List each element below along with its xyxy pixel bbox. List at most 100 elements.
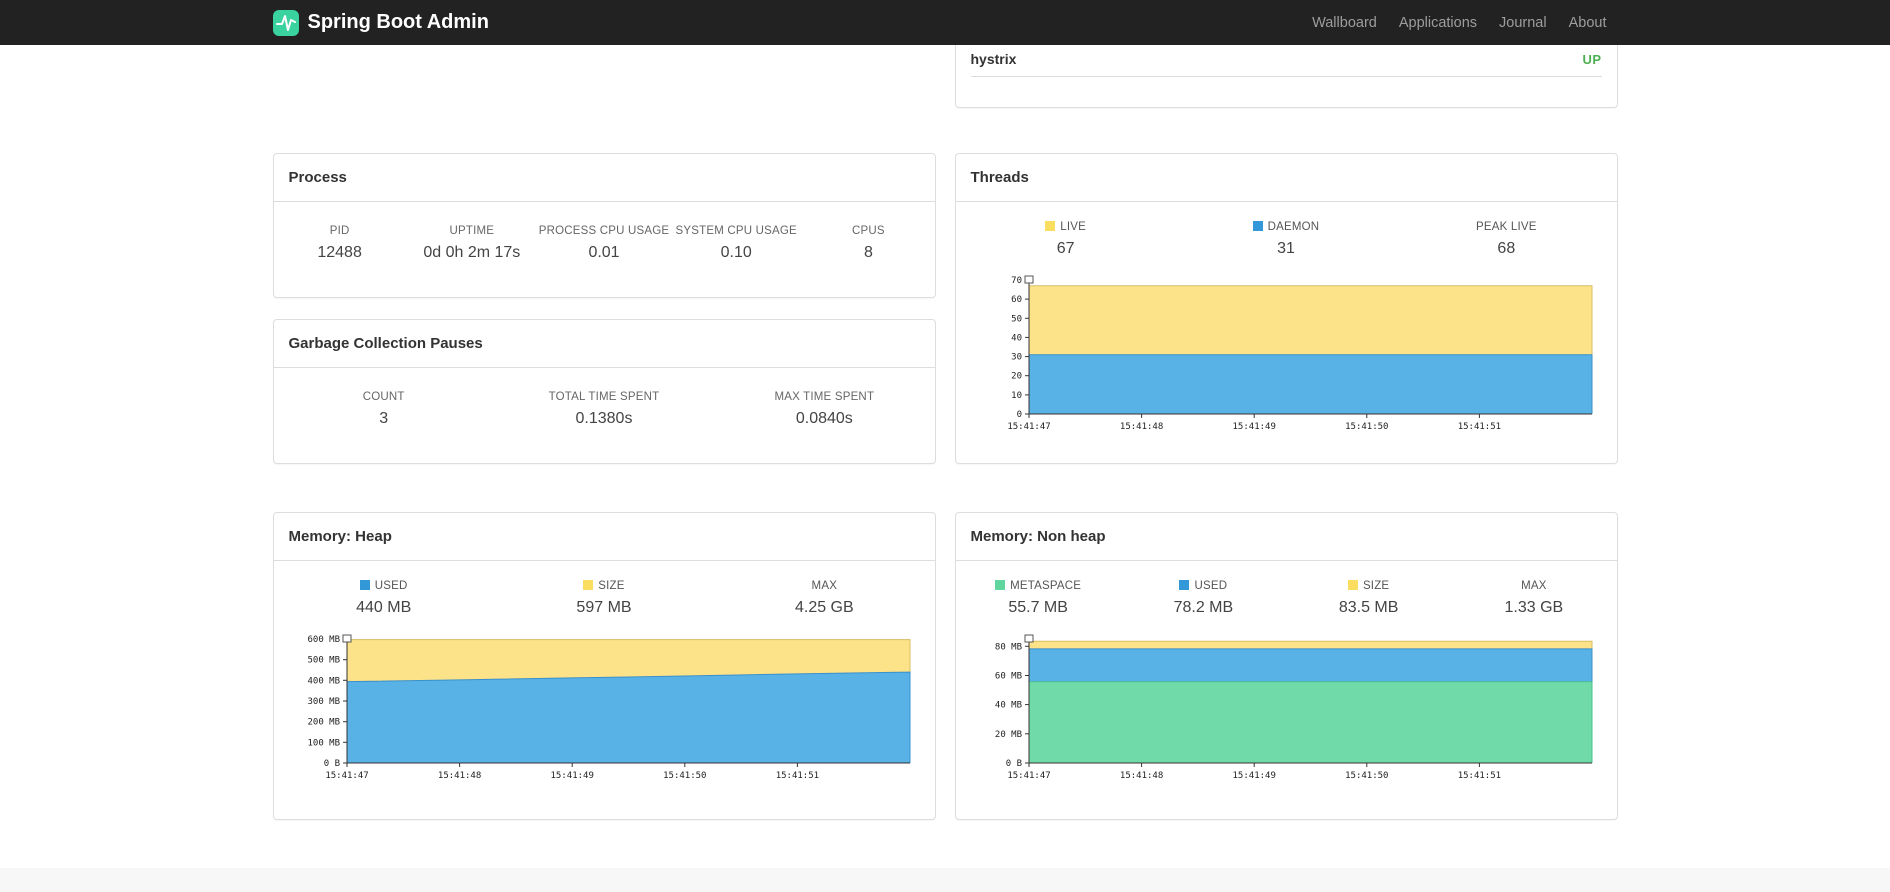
metric-cpus: CPUS 8	[802, 225, 934, 262]
brand-link[interactable]: Spring Boot Admin	[272, 9, 489, 36]
memory-nonheap-panel: Memory: Non heap METASPACE 55.7 MB USED …	[954, 512, 1618, 820]
svg-text:60 MB: 60 MB	[994, 672, 1021, 682]
legend-value: 440 MB	[356, 599, 412, 616]
metric-pid: PID 12488	[274, 225, 406, 262]
gc-panel: Garbage Collection Pauses COUNT 3 TOTAL …	[272, 319, 936, 464]
svg-text:500 MB: 500 MB	[307, 656, 340, 666]
used-series-swatch	[1179, 580, 1190, 590]
metric-value: 0.01	[588, 244, 620, 261]
svg-text:300 MB: 300 MB	[307, 697, 340, 707]
metric-label: COUNT	[362, 391, 405, 403]
application-row[interactable]: hystrix UP	[970, 45, 1602, 77]
legend-max: MAX 4.25 GB	[714, 580, 934, 617]
svg-text:50: 50	[1011, 314, 1022, 324]
legend-metaspace: METASPACE 55.7 MB	[956, 580, 1121, 617]
process-panel: Process PID 12488 UPTIME 0d 0h 2m 17s PR…	[272, 153, 936, 298]
svg-text:20: 20	[1011, 372, 1022, 382]
brand-title: Spring Boot Admin	[307, 11, 489, 33]
legend-size: SIZE 597 MB	[494, 580, 714, 617]
svg-text:15:41:48: 15:41:48	[1119, 422, 1162, 432]
metric-system-cpu: SYSTEM CPU USAGE 0.10	[670, 225, 802, 262]
legend-daemon: DAEMON 31	[1176, 221, 1396, 258]
svg-text:200 MB: 200 MB	[307, 718, 340, 728]
legend-value: 83.5 MB	[1338, 599, 1399, 616]
memory-heap-legend: USED 440 MB SIZE 597 MB MAX 4.25 GB	[274, 561, 935, 617]
metric-value: 0.10	[720, 244, 752, 261]
daemon-series-swatch	[1252, 221, 1263, 231]
right-column: hystrix UP Threads LIVE 67 DAEMON 31 PEA…	[954, 45, 1618, 820]
application-name[interactable]: hystrix	[971, 51, 1017, 67]
legend-value: 67	[1056, 240, 1075, 257]
navbar: Spring Boot Admin Wallboard Applications…	[0, 0, 1890, 45]
memory-nonheap-panel-title: Memory: Non heap	[955, 513, 1617, 561]
metric-label: TOTAL TIME SPENT	[548, 391, 660, 403]
svg-text:15:41:50: 15:41:50	[1345, 422, 1388, 432]
nav-item-wallboard[interactable]: Wallboard	[1301, 15, 1388, 31]
svg-text:40: 40	[1011, 333, 1022, 343]
svg-text:15:41:51: 15:41:51	[1457, 422, 1500, 432]
svg-text:15:41:47: 15:41:47	[1007, 771, 1050, 781]
metric-gc-count: COUNT 3	[274, 391, 494, 428]
legend-value: 31	[1277, 240, 1295, 257]
metric-label: SYSTEM CPU USAGE	[675, 225, 797, 237]
process-metrics: PID 12488 UPTIME 0d 0h 2m 17s PROCESS CP…	[274, 202, 935, 262]
nav-item-about[interactable]: About	[1558, 15, 1618, 31]
legend-live: LIVE 67	[956, 221, 1176, 258]
used-series-swatch	[359, 580, 370, 590]
memory-heap-panel-title: Memory: Heap	[273, 513, 935, 561]
gc-panel-title: Garbage Collection Pauses	[273, 320, 935, 368]
gc-metrics: COUNT 3 TOTAL TIME SPENT 0.1380s MAX TIM…	[274, 368, 935, 428]
memory-nonheap-legend: METASPACE 55.7 MB USED 78.2 MB SIZE 83.5…	[956, 561, 1617, 617]
threads-panel: Threads LIVE 67 DAEMON 31 PEAK LIVE 68 0…	[954, 153, 1618, 464]
metric-value: 0d 0h 2m 17s	[423, 244, 521, 261]
nav-item-applications[interactable]: Applications	[1388, 15, 1488, 31]
metric-label: MAX TIME SPENT	[774, 391, 875, 403]
metric-value: 3	[379, 410, 389, 427]
metric-value: 12488	[317, 244, 362, 261]
svg-text:15:41:48: 15:41:48	[437, 771, 480, 781]
metric-value: 0.0840s	[795, 410, 853, 427]
metric-label: CPUS	[852, 225, 885, 237]
svg-text:60: 60	[1011, 295, 1022, 305]
status-badge: UP	[1582, 51, 1602, 67]
legend-value: 597 MB	[576, 599, 632, 616]
legend-used: USED 440 MB	[274, 580, 494, 617]
spring-boot-admin-logo-icon	[272, 9, 299, 36]
memory-nonheap-chart: 0 B 20 MB 40 MB 60 MB 80 MB 15:41:47 15:41:48 1…	[971, 629, 1602, 792]
svg-text:15:41:49: 15:41:49	[1232, 422, 1275, 432]
metaspace-series-swatch	[995, 580, 1006, 590]
legend-value: 68	[1497, 240, 1516, 257]
metric-gc-max-time: MAX TIME SPENT 0.0840s	[714, 391, 934, 428]
svg-text:15:41:47: 15:41:47	[325, 771, 368, 781]
legend-value: 55.7 MB	[1008, 599, 1068, 616]
svg-text:100 MB: 100 MB	[307, 738, 340, 748]
metric-label: UPTIME	[449, 225, 495, 237]
applications-panel: hystrix UP	[954, 45, 1618, 108]
metric-label: PROCESS CPU USAGE	[538, 225, 670, 237]
footer	[0, 868, 1890, 892]
svg-text:600 MB: 600 MB	[307, 635, 340, 645]
legend-value: 78.2 MB	[1173, 599, 1234, 616]
svg-text:20 MB: 20 MB	[994, 730, 1021, 740]
svg-text:30: 30	[1011, 353, 1022, 363]
main-content: Process PID 12488 UPTIME 0d 0h 2m 17s PR…	[0, 45, 1890, 892]
legend-value: 1.33 GB	[1504, 599, 1564, 616]
nav-item-journal[interactable]: Journal	[1488, 15, 1558, 31]
metric-value: 8	[863, 244, 873, 261]
svg-text:400 MB: 400 MB	[307, 676, 340, 686]
svg-text:15:41:50: 15:41:50	[1345, 771, 1388, 781]
memory-heap-panel: Memory: Heap USED 440 MB SIZE 597 MB MAX…	[272, 512, 936, 820]
legend-size: SIZE 83.5 MB	[1286, 580, 1451, 617]
svg-text:15:41:47: 15:41:47	[1007, 422, 1050, 432]
metric-uptime: UPTIME 0d 0h 2m 17s	[406, 225, 538, 262]
svg-text:40 MB: 40 MB	[994, 701, 1021, 711]
svg-text:15:41:49: 15:41:49	[1232, 771, 1275, 781]
left-column: Process PID 12488 UPTIME 0d 0h 2m 17s PR…	[272, 45, 936, 820]
metric-value: 0.1380s	[575, 410, 633, 427]
legend-value: 4.25 GB	[794, 599, 854, 616]
legend-used: USED 78.2 MB	[1121, 580, 1286, 617]
threads-legend: LIVE 67 DAEMON 31 PEAK LIVE 68	[956, 202, 1617, 258]
metric-process-cpu: PROCESS CPU USAGE 0.01	[538, 225, 670, 262]
svg-text:0 B: 0 B	[1005, 759, 1021, 769]
svg-text:70: 70	[1011, 276, 1022, 286]
